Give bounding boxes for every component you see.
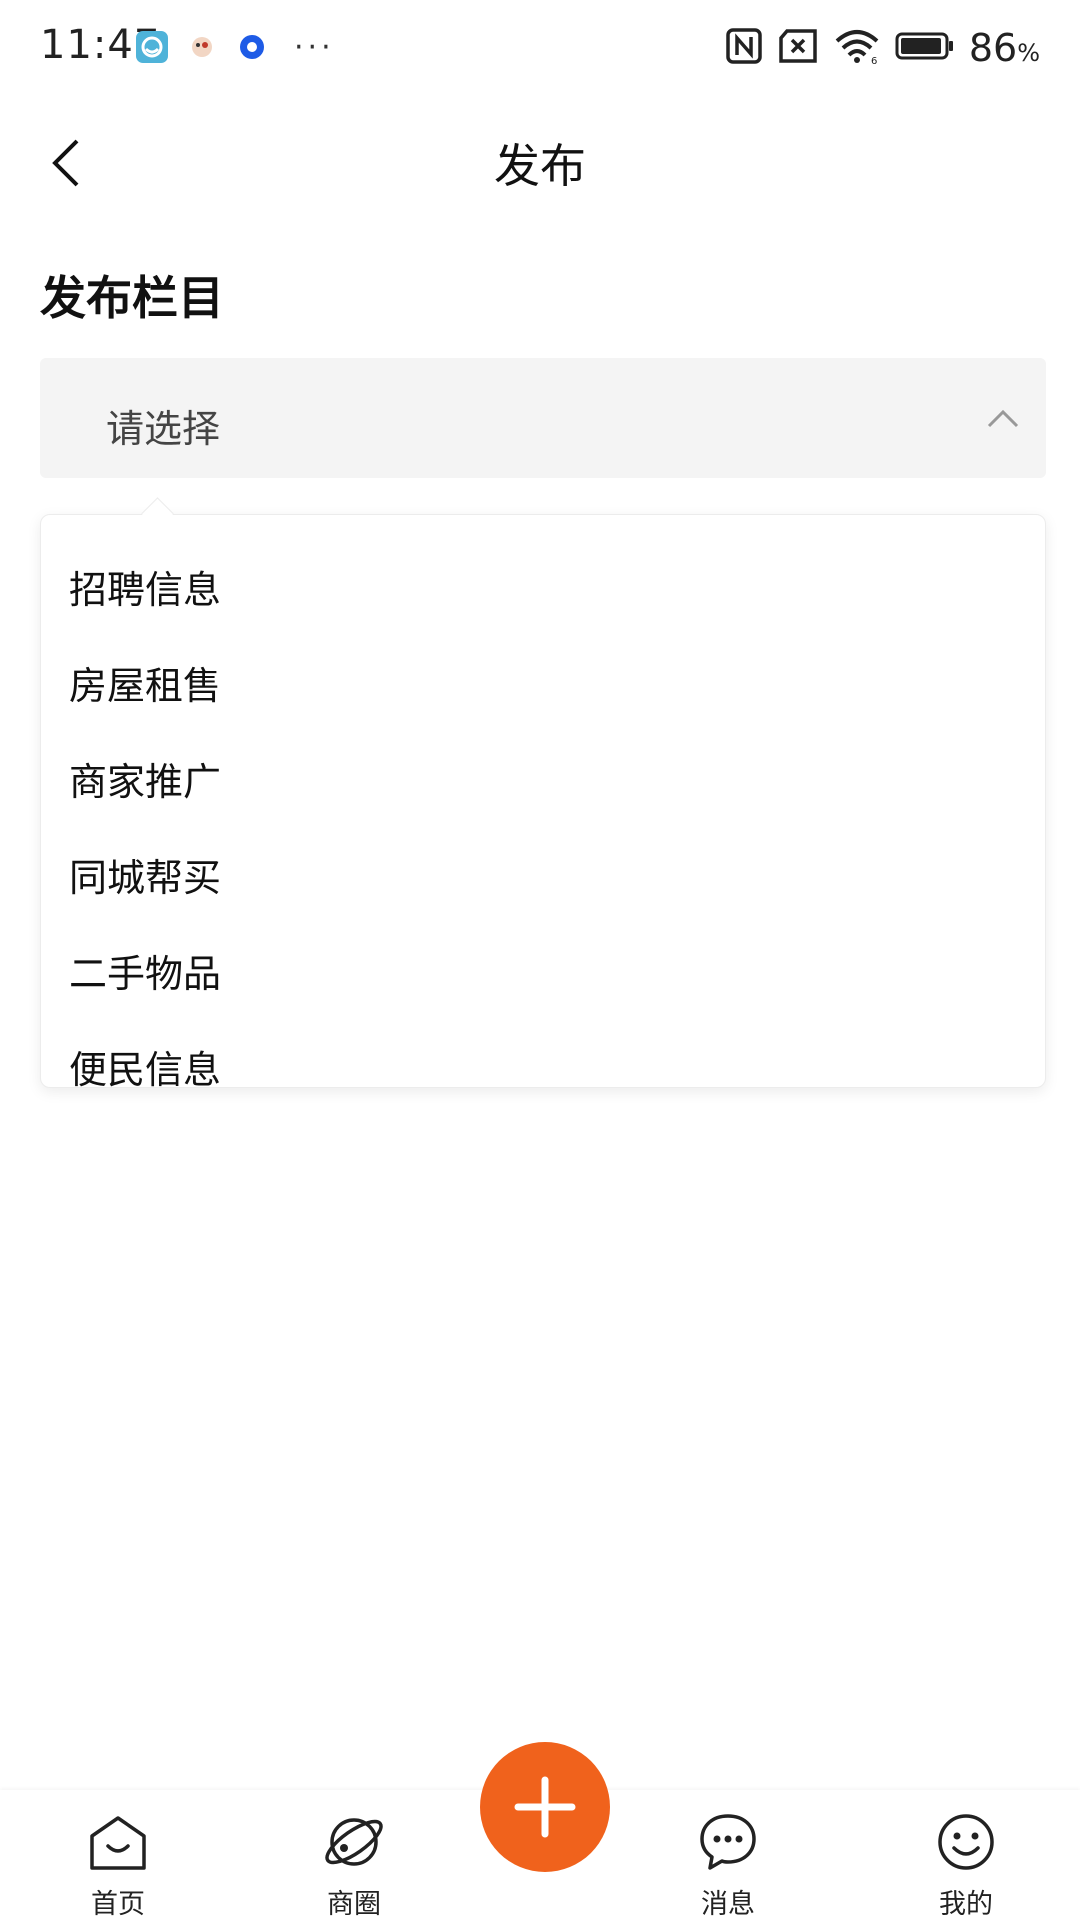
battery-icon bbox=[895, 31, 955, 65]
category-select[interactable]: 请选择 bbox=[40, 358, 1046, 478]
planet-icon bbox=[325, 1818, 383, 1866]
tab-mine-label: 我的 bbox=[939, 1889, 993, 1920]
tab-business-circle[interactable]: 商圈 bbox=[274, 1790, 434, 1920]
battery-percent: 86 bbox=[968, 26, 1018, 70]
tab-business-circle-label: 商圈 bbox=[327, 1889, 381, 1920]
publish-fab-button[interactable] bbox=[480, 1742, 610, 1872]
page-title: 发布 bbox=[494, 139, 586, 193]
app-icon-blue-circle bbox=[236, 31, 268, 63]
dropdown-item-second-hand[interactable]: 二手物品 bbox=[69, 939, 221, 1009]
battery-unit: % bbox=[1017, 39, 1040, 67]
dropdown-item-recruitment[interactable]: 招聘信息 bbox=[69, 555, 221, 625]
status-right: 6 86% bbox=[725, 26, 1040, 70]
nfc-icon bbox=[725, 27, 763, 69]
page: 11:47 ··· 6 86% 发布 发布栏目 请选择 招聘信息 房屋租售 商家… bbox=[0, 0, 1080, 1920]
home-icon bbox=[90, 1816, 146, 1870]
dropdown-item-housing[interactable]: 房屋租售 bbox=[69, 651, 221, 721]
dropdown-item-local-purchase[interactable]: 同城帮买 bbox=[69, 843, 221, 913]
tab-home-label: 首页 bbox=[91, 1889, 145, 1920]
wifi-icon: 6 bbox=[833, 27, 881, 69]
dropdown-item-merchant-promo[interactable]: 商家推广 bbox=[69, 747, 221, 817]
battery-level: 86% bbox=[969, 26, 1040, 70]
app-icon-bird bbox=[186, 31, 218, 63]
tab-messages-label: 消息 bbox=[701, 1889, 755, 1920]
status-bar: 11:47 ··· 6 86% bbox=[0, 0, 1080, 96]
plus-icon bbox=[514, 1776, 576, 1838]
app-icon-blue bbox=[136, 31, 168, 63]
svg-text:6: 6 bbox=[871, 56, 877, 65]
dropdown-item-community-info[interactable]: 便民信息 bbox=[69, 1035, 221, 1087]
sim-x-icon bbox=[777, 28, 819, 68]
tab-home[interactable]: 首页 bbox=[38, 1790, 198, 1920]
status-more-dots: ··· bbox=[294, 30, 335, 65]
chevron-up-icon bbox=[987, 409, 1019, 428]
smiley-icon bbox=[938, 1814, 994, 1870]
tab-messages[interactable]: 消息 bbox=[648, 1790, 808, 1920]
tab-mine[interactable]: 我的 bbox=[886, 1790, 1046, 1920]
select-placeholder: 请选择 bbox=[106, 407, 221, 451]
nav-header: 发布 bbox=[0, 110, 1080, 210]
category-dropdown: 招聘信息 房屋租售 商家推广 同城帮买 二手物品 便民信息 bbox=[40, 514, 1046, 1088]
chat-bubble-icon bbox=[700, 1814, 756, 1870]
section-title: 发布栏目 bbox=[40, 271, 224, 325]
